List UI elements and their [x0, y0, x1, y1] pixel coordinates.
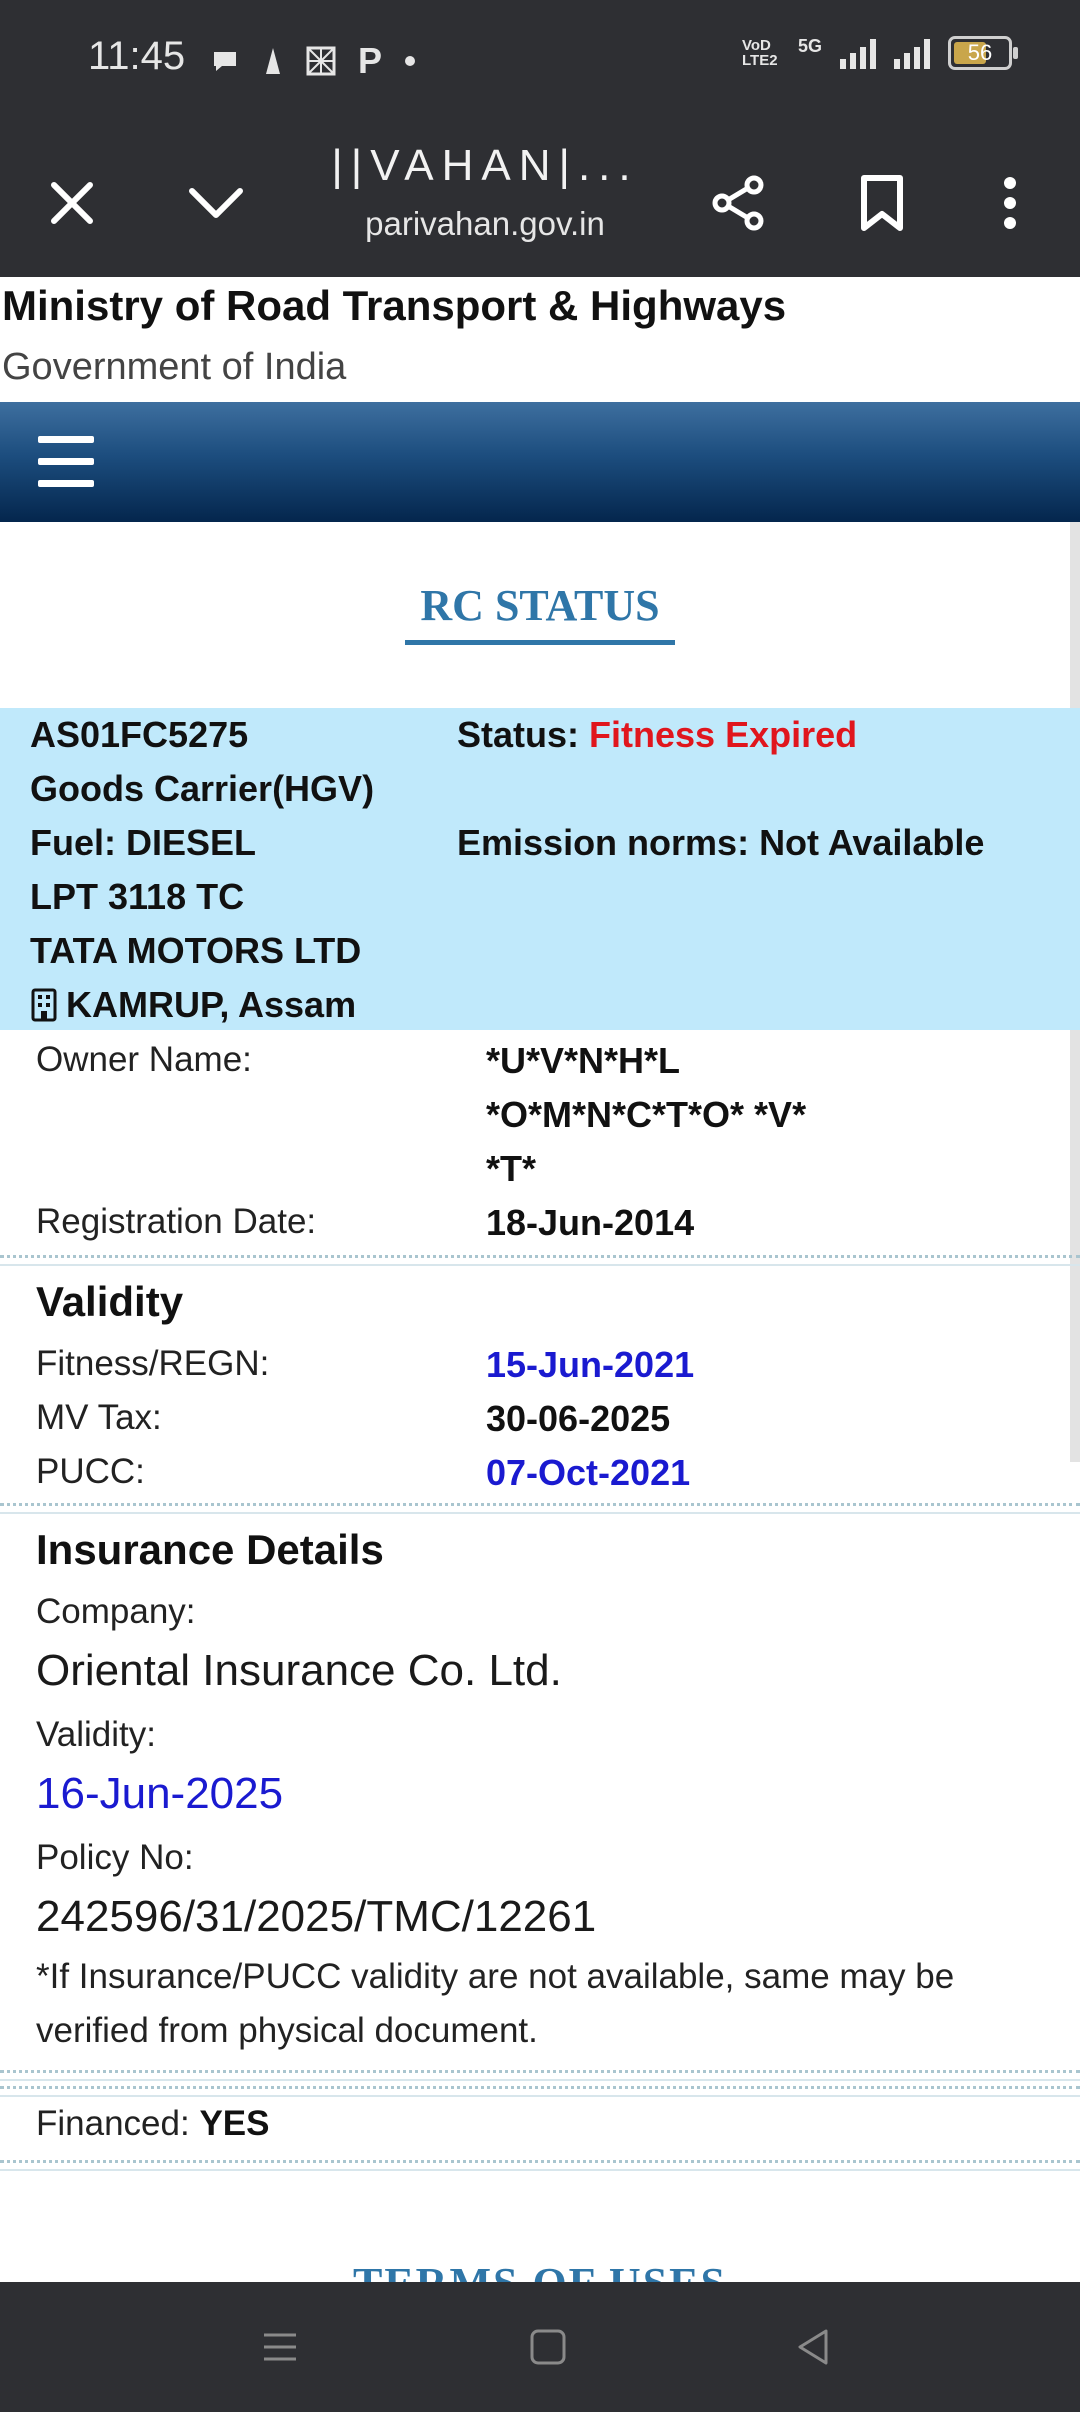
- financed-row: Financed: YES: [36, 2104, 270, 2144]
- insurance-company-value: Oriental Insurance Co. Ltd.: [36, 1646, 562, 1695]
- bookmark-icon: [861, 175, 903, 231]
- owner-name-line-2: *O*M*N*C*T*O* *V*: [486, 1094, 807, 1135]
- share-icon: [712, 175, 764, 231]
- network-gen: 5G: [797, 36, 822, 56]
- divider: [0, 1255, 1080, 1266]
- minimize-button[interactable]: [176, 163, 256, 243]
- rto-location: KAMRUP, Assam: [66, 984, 357, 1025]
- registration-date-label: Registration Date:: [36, 1202, 317, 1241]
- fitness-value: 15-Jun-2021: [486, 1344, 695, 1385]
- registration-number: AS01FC5275: [30, 714, 249, 755]
- system-navigation-bar: [0, 2282, 1080, 2412]
- status-value: Fitness Expired: [589, 714, 858, 755]
- back-button[interactable]: [784, 2317, 844, 2377]
- rto-row: KAMRUP, Assam: [30, 984, 356, 1026]
- building-icon: [31, 988, 57, 1022]
- owner-name-line-1: *U*V*N*H*L: [486, 1040, 681, 1081]
- insurance-validity-label: Validity:: [36, 1715, 156, 1754]
- owner-name-label: Owner Name:: [36, 1040, 252, 1079]
- home-button[interactable]: [518, 2317, 578, 2377]
- status-label: Status:: [457, 714, 580, 755]
- insurance-note: *If Insurance/PUCC validity are not avai…: [36, 1957, 955, 2050]
- insurance-company-label: Company:: [36, 1592, 196, 1631]
- government-subtitle: Government of India: [2, 346, 347, 388]
- vehicle-model: LPT 3118 TC: [30, 876, 245, 917]
- share-button[interactable]: [698, 163, 778, 243]
- registration-date-value: 18-Jun-2014: [486, 1202, 695, 1243]
- divider: [0, 2086, 1080, 2097]
- dot-icon: [405, 56, 416, 66]
- more-vert-icon: [1004, 177, 1016, 229]
- signal-strength-icon: [840, 37, 876, 69]
- divider: [0, 2070, 1080, 2081]
- status-time: 11:45: [88, 34, 186, 78]
- status-bar: 11:45 P VoD LTE2 5G 56: [0, 0, 1080, 123]
- battery-icon: 56: [948, 36, 1018, 70]
- fuel-type: Fuel: DIESEL: [30, 822, 257, 863]
- status-row: Status: Fitness Expired: [457, 714, 857, 756]
- network-label: VoD LTE2: [741, 37, 778, 69]
- battery-level: 56: [967, 40, 993, 65]
- back-icon: [798, 2329, 828, 2365]
- system-icons: VoD LTE2 5G 56: [741, 36, 1018, 70]
- bookmark-button[interactable]: [842, 163, 922, 243]
- policy-number-label: Policy No:: [36, 1838, 194, 1877]
- nav-bar: [0, 402, 1080, 522]
- recent-apps-icon: [264, 2333, 296, 2361]
- checkered-icon: [306, 46, 336, 76]
- financed-value: YES: [199, 2104, 270, 2143]
- browser-toolbar: ||VAHAN|... parivahan.gov.in: [0, 123, 1080, 277]
- financed-label: Financed:: [36, 2104, 190, 2143]
- chevron-down-icon: [189, 188, 243, 218]
- ministry-title: Ministry of Road Transport & Highways: [2, 282, 787, 329]
- emission-norms: Emission norms: Not Available: [457, 822, 985, 863]
- policy-number-value: 242596/31/2025/TMC/12261: [36, 1892, 597, 1941]
- divider: [0, 2160, 1080, 2171]
- vehicle-class: Goods Carrier(HGV): [30, 768, 375, 809]
- more-options-button[interactable]: [970, 163, 1050, 243]
- validity-heading: Validity: [36, 1278, 184, 1325]
- flame-icon: [266, 48, 280, 74]
- mv-tax-label: MV Tax:: [36, 1398, 162, 1437]
- pucc-label: PUCC:: [36, 1452, 145, 1491]
- close-icon: [51, 182, 93, 224]
- signal-strength-2-icon: [894, 37, 930, 69]
- home-icon: [530, 2329, 566, 2365]
- insurance-heading: Insurance Details: [36, 1526, 384, 1573]
- heading-underline: [405, 640, 675, 645]
- vehicle-maker: TATA MOTORS LTD: [30, 930, 362, 971]
- fitness-label: Fitness/REGN:: [36, 1344, 270, 1383]
- url-text: parivahan.gov.in: [365, 205, 605, 242]
- page-title-area[interactable]: ||VAHAN|... parivahan.gov.in: [320, 141, 650, 243]
- divider: [0, 1503, 1080, 1514]
- close-tab-button[interactable]: [32, 163, 112, 243]
- tab-title: ||VAHAN|...: [331, 141, 639, 190]
- insurance-validity-value: 16-Jun-2025: [36, 1769, 284, 1818]
- pucc-value: 07-Oct-2021: [486, 1452, 691, 1493]
- hamburger-menu-button[interactable]: [38, 436, 94, 488]
- vehicle-summary: AS01FC5275 Status: Fitness Expired Goods…: [0, 708, 1080, 1030]
- p-letter-icon: P: [358, 40, 383, 81]
- recent-apps-button[interactable]: [250, 2317, 310, 2377]
- notification-icons: P: [210, 40, 416, 82]
- page-heading: RC STATUS: [420, 581, 660, 630]
- mv-tax-value: 30-06-2025: [486, 1398, 671, 1439]
- chat-bubble-icon: [214, 52, 236, 71]
- owner-name-line-3: *T*: [486, 1148, 537, 1189]
